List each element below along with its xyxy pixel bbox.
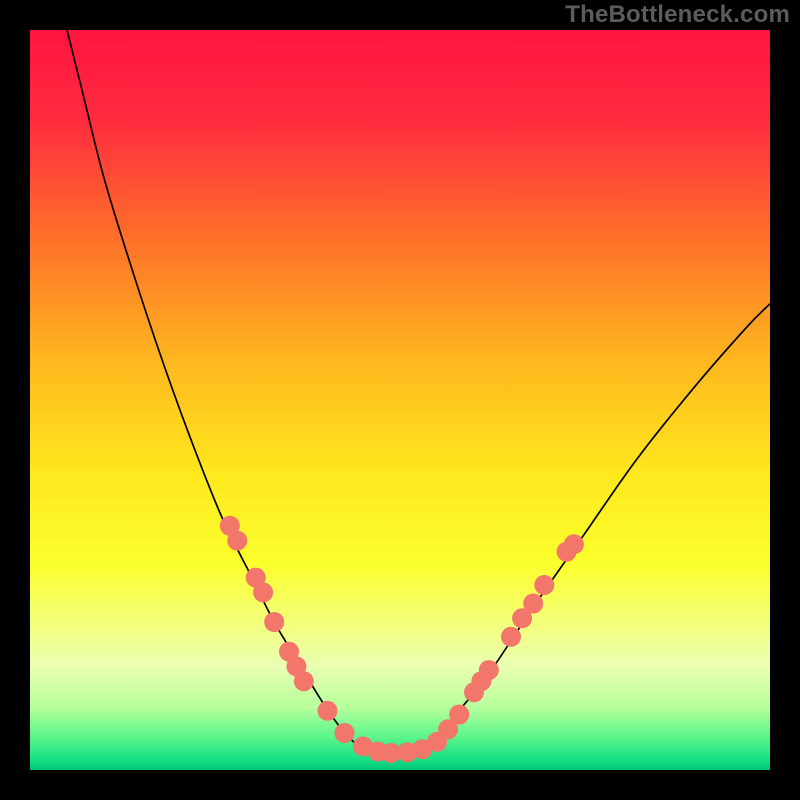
plot-background xyxy=(30,30,770,770)
data-point xyxy=(253,582,273,602)
data-point xyxy=(449,705,469,725)
data-point xyxy=(227,531,247,551)
data-point xyxy=(564,534,584,554)
data-point xyxy=(335,723,355,743)
chart-container: TheBottleneck.com xyxy=(0,0,800,800)
data-point xyxy=(479,660,499,680)
data-point xyxy=(264,612,284,632)
bottleneck-chart xyxy=(0,0,800,800)
data-point xyxy=(317,701,337,721)
data-point xyxy=(294,671,314,691)
watermark-label: TheBottleneck.com xyxy=(565,1,790,29)
data-point xyxy=(534,575,554,595)
data-point xyxy=(523,594,543,614)
data-point xyxy=(501,627,521,647)
